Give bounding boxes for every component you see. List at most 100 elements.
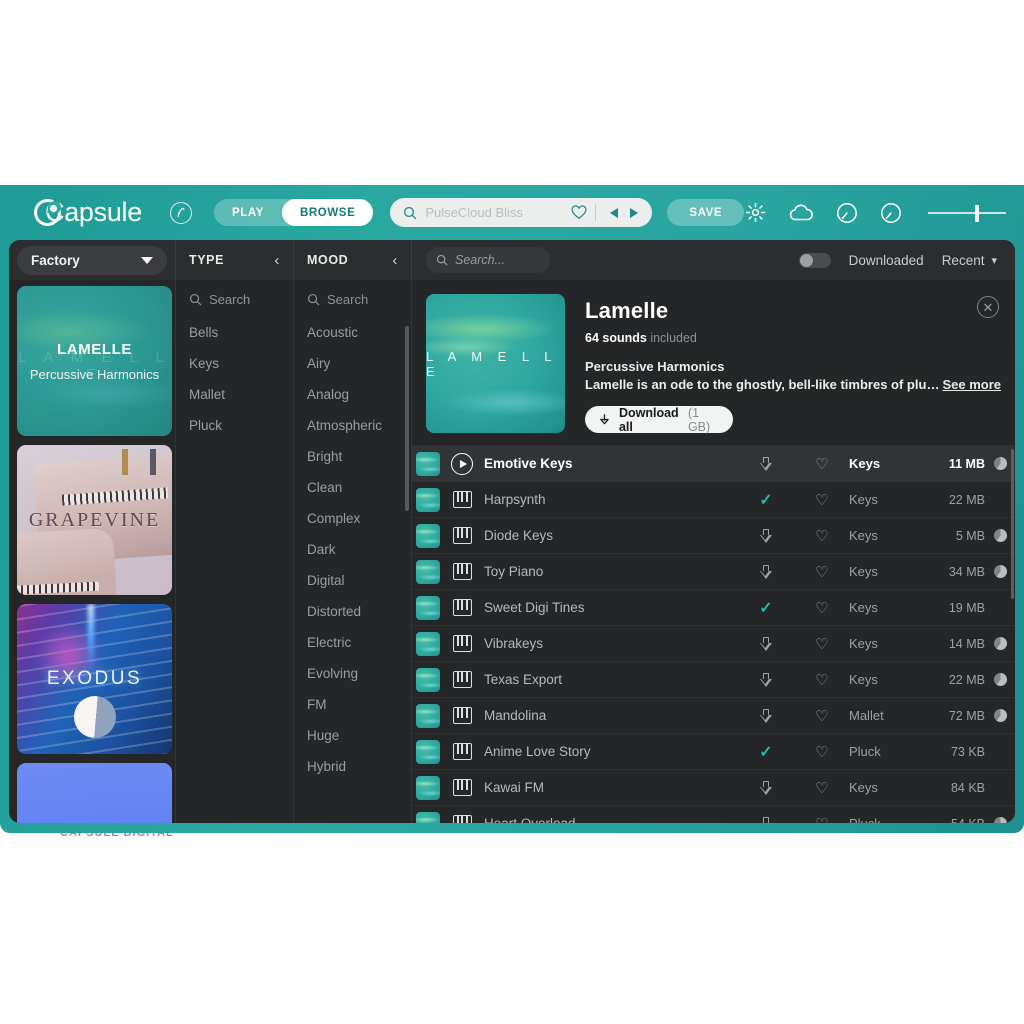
knob-icon[interactable] <box>836 202 858 224</box>
downloaded-toggle[interactable] <box>798 252 831 268</box>
sound-row[interactable]: Harpsynth ✓ ♡ Keys 22 MB <box>412 481 1015 517</box>
instrument-icon-wrap <box>440 599 484 616</box>
browser-search-input[interactable]: Search... <box>426 247 550 273</box>
download-all-button[interactable]: Download all (1 GB) <box>585 406 733 434</box>
plugin-window: Capsule PLAY BROWSE PulseCloud Bliss SAV… <box>0 185 1024 833</box>
type-filter-item[interactable]: Bells <box>176 317 293 348</box>
instrument-icon-wrap <box>440 563 484 580</box>
mood-filter-item[interactable]: Bright <box>294 441 411 472</box>
pack-card-grapevine[interactable]: GRAPEVINE <box>17 445 172 595</box>
mood-filter-item[interactable]: FM <box>294 689 411 720</box>
sound-download-button[interactable] <box>737 816 795 823</box>
piano-keys-icon <box>452 491 472 508</box>
sound-download-button[interactable] <box>737 456 795 471</box>
sound-download-button[interactable] <box>737 708 795 723</box>
browser-search-placeholder: Search... <box>455 253 506 267</box>
mood-filter-item[interactable]: Dark <box>294 534 411 565</box>
sound-download-button[interactable] <box>737 780 795 795</box>
sound-download-button[interactable] <box>737 672 795 687</box>
sound-row[interactable]: Vibrakeys ♡ Keys 14 MB <box>412 625 1015 661</box>
sound-row[interactable]: Sweet Digi Tines ✓ ♡ Keys 19 MB <box>412 589 1015 625</box>
cloud-icon[interactable] <box>788 204 814 222</box>
sound-downloaded-state[interactable]: ✓ <box>737 742 795 762</box>
preset-search-bar[interactable]: PulseCloud Bliss <box>390 198 653 227</box>
favorite-icon[interactable]: ♡ <box>795 779 849 797</box>
pack-card-lamelle[interactable]: L A M E L L E LAMELLE Percussive Harmoni… <box>17 286 172 436</box>
see-more-link[interactable]: See more <box>942 377 1001 392</box>
mood-filter-item[interactable]: Digital <box>294 565 411 596</box>
tab-browse[interactable]: BROWSE <box>281 199 374 226</box>
sound-row[interactable]: Emotive Keys ♡ Keys 11 MB <box>412 445 1015 481</box>
mood-filter-search[interactable]: Search <box>294 280 411 317</box>
next-preset-icon[interactable] <box>630 207 639 218</box>
chevron-left-icon[interactable]: ‹ <box>274 252 280 269</box>
type-filter-item[interactable]: Mallet <box>176 379 293 410</box>
sound-downloaded-state[interactable]: ✓ <box>737 598 795 618</box>
library-select-pill[interactable]: Factory <box>17 245 167 275</box>
gear-icon[interactable] <box>745 202 766 223</box>
close-icon[interactable]: ✕ <box>977 296 999 318</box>
mood-filter-item[interactable]: Clean <box>294 472 411 503</box>
favorite-icon[interactable]: ♡ <box>795 599 849 617</box>
mood-filter-item[interactable]: Evolving <box>294 658 411 689</box>
prev-preset-icon[interactable] <box>610 207 619 218</box>
chevron-left-icon[interactable]: ‹ <box>392 252 398 269</box>
favorite-icon[interactable]: ♡ <box>795 815 849 824</box>
pack-card-blue[interactable] <box>17 763 172 823</box>
mood-filter-item[interactable]: Huge <box>294 720 411 751</box>
volume-handle[interactable] <box>975 204 979 222</box>
pencil-circle-icon[interactable] <box>169 201 192 224</box>
mood-filter-item[interactable]: Atmospheric <box>294 410 411 441</box>
mood-filter-item[interactable]: Airy <box>294 348 411 379</box>
pack-sidebar[interactable]: L A M E L L E LAMELLE Percussive Harmoni… <box>9 280 175 823</box>
mood-filter-item[interactable]: Distorted <box>294 596 411 627</box>
check-icon: ✓ <box>759 491 773 509</box>
pack-card-subtitle: Percussive Harmonics <box>29 366 160 382</box>
sort-select[interactable]: Recent ▾ <box>942 253 997 268</box>
favorite-icon[interactable]: ♡ <box>795 563 849 581</box>
sound-download-button[interactable] <box>737 636 795 651</box>
mood-filter-item[interactable]: Analog <box>294 379 411 410</box>
favorite-icon[interactable]: ♡ <box>795 743 849 761</box>
mood-filter-item[interactable]: Electric <box>294 627 411 658</box>
volume-slider[interactable] <box>928 203 1006 223</box>
favorite-icon[interactable]: ♡ <box>795 455 849 473</box>
heart-icon[interactable] <box>571 205 587 220</box>
mood-filter-item[interactable]: Acoustic <box>294 317 411 348</box>
sound-list[interactable]: Emotive Keys ♡ Keys 11 MB Harpsynth ✓ ♡ … <box>412 445 1015 823</box>
type-filter-item[interactable]: Pluck <box>176 410 293 441</box>
favorite-icon[interactable]: ♡ <box>795 527 849 545</box>
tab-play[interactable]: PLAY <box>214 199 282 226</box>
sound-list-scrollbar[interactable] <box>1011 449 1014 599</box>
favorite-icon[interactable]: ♡ <box>795 707 849 725</box>
sound-row[interactable]: Heart Overload ♡ Pluck 54 KB <box>412 805 1015 823</box>
sound-row[interactable]: Toy Piano ♡ Keys 34 MB <box>412 553 1015 589</box>
save-button[interactable]: SAVE <box>667 199 745 226</box>
sound-row[interactable]: Mandolina ♡ Mallet 72 MB <box>412 697 1015 733</box>
sound-name: Kawai FM <box>484 780 545 795</box>
sound-download-button[interactable] <box>737 564 795 579</box>
sound-downloaded-state[interactable]: ✓ <box>737 490 795 510</box>
favorite-icon[interactable]: ♡ <box>795 491 849 509</box>
sound-row[interactable]: Anime Love Story ✓ ♡ Pluck 73 KB <box>412 733 1015 769</box>
column-header-mood[interactable]: MOOD ‹ <box>293 240 411 280</box>
library-select[interactable]: Factory <box>9 240 175 280</box>
sound-row[interactable]: Kawai FM ♡ Keys 84 KB <box>412 769 1015 805</box>
favorite-icon[interactable]: ♡ <box>795 635 849 653</box>
pack-cover-wordmark: L A M E L L E <box>426 348 558 379</box>
sound-row[interactable]: Texas Export ♡ Keys 22 MB <box>412 661 1015 697</box>
mood-filter-scrollbar[interactable] <box>405 326 409 511</box>
type-filter-search[interactable]: Search <box>176 280 293 317</box>
column-header-type[interactable]: TYPE ‹ <box>175 240 293 280</box>
sound-download-button[interactable] <box>737 528 795 543</box>
pack-card-exodus[interactable]: EXODUS <box>17 604 172 754</box>
type-filter-item[interactable]: Keys <box>176 348 293 379</box>
mode-switch[interactable]: PLAY BROWSE <box>213 199 374 226</box>
sound-row[interactable]: Diode Keys ♡ Keys 5 MB <box>412 517 1015 553</box>
favorite-icon[interactable]: ♡ <box>795 671 849 689</box>
mood-filter-item[interactable]: Hybrid <box>294 751 411 782</box>
play-button[interactable] <box>440 452 484 475</box>
mood-filter-item[interactable]: Complex <box>294 503 411 534</box>
knob-icon[interactable] <box>880 202 902 224</box>
pack-card-title: LAMELLE <box>56 340 133 358</box>
